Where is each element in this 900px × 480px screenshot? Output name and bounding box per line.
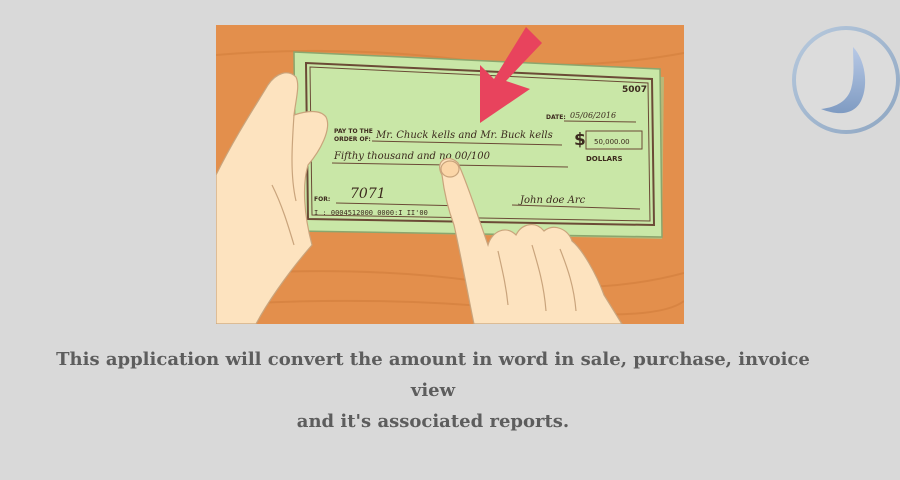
check-memo: 7071 [350,186,386,202]
description-line-1: This application will convert the amount… [56,349,810,401]
check-micr-line: I : 0004512000 0000:I II'00 [314,209,428,217]
check-illustration: 5007 DATE: PAY TO THE ORDER OF: $ DOLLAR… [216,25,684,324]
check-currency-symbol: $ [574,130,586,150]
check-signature: John doe Arc [518,195,586,206]
check-date-label: DATE: [546,114,566,121]
check-pay-label-2: ORDER OF: [334,136,371,143]
check-payee: Mr. Chuck kells and Mr. Buck kells [375,130,553,141]
check-date-value: 05/06/2016 [570,111,616,120]
check-dollars-label: DOLLARS [586,155,623,163]
check-amount-numeric: 50,000.00 [594,138,630,146]
brand-logo-icon [791,25,900,135]
check-for-label: FOR: [314,196,330,203]
check-number: 5007 [622,85,647,95]
description-line-2: and it's associated reports. [296,411,570,432]
check-pay-label-1: PAY TO THE [334,128,373,135]
description-text: This application will convert the amount… [40,344,826,437]
check-amount-words: Fifthy thousand and no 00/100 [333,151,491,162]
